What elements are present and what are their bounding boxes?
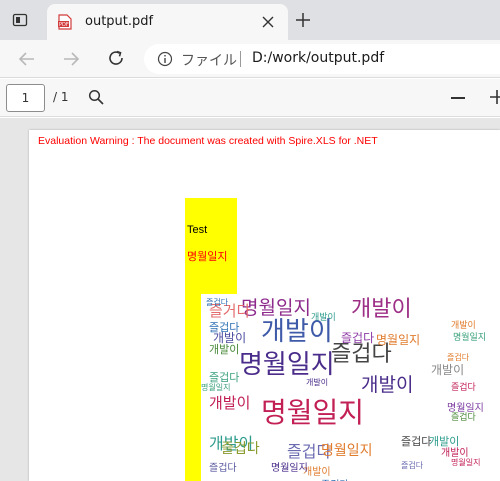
pdf-viewer[interactable]: Evaluation Warning : The document was cr…	[0, 118, 500, 481]
word-cloud-word: 개발이	[209, 343, 240, 356]
word-cloud-word: 명월일지	[451, 458, 481, 467]
word-cloud-word: 명월일지	[321, 443, 373, 459]
address-divider	[240, 51, 241, 67]
word-cloud-word: 명월일지	[239, 350, 335, 380]
word-cloud-word: 명월일지	[201, 383, 231, 392]
new-tab-icon[interactable]	[296, 13, 310, 27]
search-icon[interactable]	[88, 89, 104, 105]
tab-actions-icon[interactable]	[12, 12, 28, 28]
close-tab-icon[interactable]	[262, 16, 274, 28]
word-cloud-word: 즐겁다	[206, 298, 229, 307]
tab-strip: PDF output.pdf	[0, 0, 500, 40]
word-cloud-word: 개발이	[451, 321, 476, 331]
word-cloud-word: 명월일지	[271, 463, 308, 474]
cell-text: Test	[187, 224, 208, 236]
forward-arrow-icon[interactable]	[62, 50, 80, 68]
word-cloud-word: 즐겁다	[451, 413, 476, 423]
word-cloud-word: 명월일지	[376, 333, 421, 347]
tab-title: output.pdf	[85, 14, 154, 29]
cell-text-korean: 명월일지	[187, 251, 228, 263]
word-cloud-word: 즐겁다	[341, 331, 375, 345]
back-arrow-icon[interactable]	[18, 50, 36, 68]
word-cloud-word: 즐겁다	[209, 463, 237, 474]
browser-tab[interactable]: PDF output.pdf	[47, 4, 288, 40]
word-cloud-word: 개발이	[351, 297, 412, 322]
word-cloud-word: 즐겁다	[401, 435, 432, 448]
pdf-toolbar: 1 / 1	[0, 79, 500, 117]
info-icon[interactable]	[157, 51, 173, 67]
word-cloud-word: 개발이	[311, 313, 336, 323]
navigation-bar: ファイル D:/work/output.pdf	[0, 40, 500, 78]
svg-text:PDF: PDF	[59, 22, 69, 28]
word-cloud-word: 개발이	[431, 363, 465, 377]
pdf-page: Evaluation Warning : The document was cr…	[29, 130, 500, 481]
word-cloud-word: 즐겁다	[451, 383, 476, 393]
zoom-out-icon[interactable]	[451, 97, 465, 99]
word-cloud-image: 명월일지 개발이 개발이 즐거다 명월일지 즐겁다 개발이 개발이 명월일지 개발이 즐겁다 즐겁다 명…	[201, 294, 500, 481]
word-cloud-word: 개발이	[209, 394, 251, 412]
zoom-in-icon[interactable]	[489, 89, 500, 105]
refresh-icon[interactable]	[107, 49, 125, 67]
url-text[interactable]: D:/work/output.pdf	[252, 50, 384, 66]
pdf-file-icon: PDF	[58, 14, 72, 30]
word-cloud-word: 즐겁다	[209, 371, 240, 384]
word-cloud-word: 즐겁다	[331, 342, 392, 367]
address-bar[interactable]: ファイル D:/work/output.pdf	[144, 44, 500, 74]
word-cloud-word: 명월일지	[453, 333, 487, 343]
page-number-input[interactable]: 1	[6, 84, 45, 112]
page-total: / 1	[53, 90, 69, 104]
word-cloud-word: 명월일지	[241, 297, 311, 319]
word-cloud-word: 개발이	[429, 435, 460, 448]
word-cloud-word: 즐겁다	[447, 353, 470, 362]
evaluation-warning: Evaluation Warning : The document was cr…	[38, 135, 378, 147]
word-cloud-word: 개발이	[306, 378, 329, 387]
site-label: ファイル	[181, 53, 237, 69]
word-cloud-word: 즐겁다	[221, 441, 260, 457]
word-cloud-word: 개발이	[361, 374, 414, 396]
word-cloud-word: 즐겁다	[401, 461, 424, 470]
word-cloud-word: 명월일지	[261, 396, 365, 429]
